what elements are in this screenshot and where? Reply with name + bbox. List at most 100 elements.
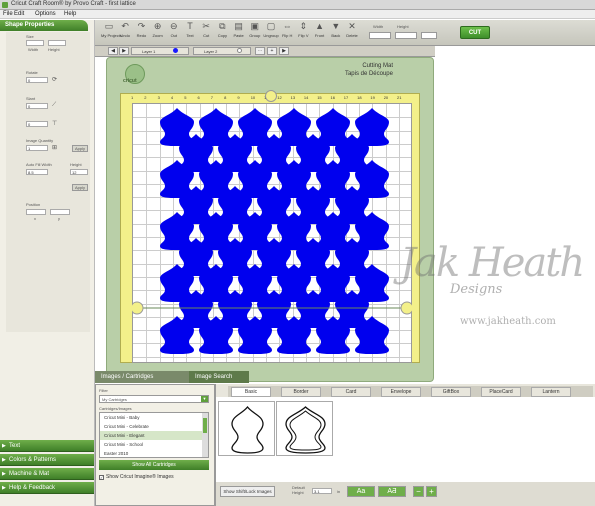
- title-bar: Cricut Craft Room® by Provo Craft - firs…: [0, 0, 595, 10]
- default-height-field[interactable]: 3.1: [312, 488, 332, 494]
- quantity-icon[interactable]: ⊞: [52, 144, 57, 151]
- tab-category-basic[interactable]: Basic: [231, 387, 271, 397]
- slant-field[interactable]: 0: [26, 103, 48, 109]
- tab-category-giftbox[interactable]: GiftBox: [431, 387, 471, 397]
- add-layer-button[interactable]: +: [267, 47, 277, 55]
- nav-text[interactable]: ▶ Text: [0, 440, 94, 452]
- apply-quantity-button[interactable]: Apply: [72, 145, 88, 152]
- tool-group-button[interactable]: ▣ Group: [247, 22, 263, 39]
- position-y-field[interactable]: [50, 209, 70, 215]
- filter-select[interactable]: My Cartridges ▼: [99, 395, 209, 403]
- weld-field[interactable]: 0: [26, 121, 48, 127]
- tool-undo-button[interactable]: ↶ Undo: [117, 22, 133, 39]
- layer-options-button[interactable]: ⋯: [255, 47, 265, 55]
- tab-category-envelope[interactable]: Envelope: [381, 387, 421, 397]
- show-imagine-checkbox[interactable]: ✓: [99, 475, 104, 480]
- lattice-shapes[interactable]: [132, 103, 412, 363]
- image-tile-lattice-outline-2[interactable]: [276, 401, 333, 456]
- nav-colors-patterns[interactable]: ▶ Colors & Patterns: [0, 454, 94, 466]
- ruler-number: 7: [210, 95, 214, 100]
- layer-2-tab[interactable]: Layer 2: [193, 47, 251, 55]
- expand-arrow-icon: ▶: [2, 457, 6, 463]
- tab-category-border[interactable]: Border: [281, 387, 321, 397]
- size-label: Size: [26, 34, 34, 39]
- show-all-cartridges-button[interactable]: Show All Cartridges: [99, 460, 209, 470]
- tab-category-lantern[interactable]: Lantern: [531, 387, 571, 397]
- position-x-field[interactable]: [26, 209, 46, 215]
- app-icon: [2, 2, 8, 8]
- tool-folder-button[interactable]: ▭ My Projects: [101, 22, 122, 39]
- weld-icon[interactable]: ⊤: [52, 120, 57, 127]
- rotate-field[interactable]: 0: [26, 77, 48, 83]
- show-shift-lock-button[interactable]: Show Shift/Lock Images: [220, 486, 275, 497]
- tool-redo-button[interactable]: ↷ Redo: [133, 22, 149, 39]
- font-size-button[interactable]: Aa: [347, 486, 375, 497]
- tool-ungroup-button[interactable]: ▢ Ungroup: [263, 22, 279, 39]
- width-field[interactable]: [26, 40, 44, 46]
- menu-bar: File Edit Options Help: [0, 10, 595, 19]
- font-size-bold-button[interactable]: AƋ: [378, 486, 406, 497]
- tab-image-search[interactable]: Image Search: [189, 371, 249, 383]
- ruler-number: 14: [303, 95, 309, 100]
- expand-arrow-icon: ▶: [2, 443, 6, 449]
- cartridge-scrollbar[interactable]: [202, 413, 208, 457]
- ruler-number: 6: [197, 95, 200, 100]
- nav-help-feedback[interactable]: ▶ Help & Feedback: [0, 482, 94, 494]
- layer-1-tab[interactable]: Layer 1: [131, 47, 189, 55]
- cartridge-item[interactable]: Easter 2010: [100, 449, 203, 458]
- resize-handle[interactable]: [132, 301, 144, 315]
- cartridge-item[interactable]: Cricut Mini - Celebrate: [100, 422, 203, 431]
- tool-back-button[interactable]: ▼ Back: [328, 22, 344, 39]
- next-layer-button[interactable]: ▶: [119, 47, 129, 55]
- image-quantity-field[interactable]: 1: [26, 145, 48, 151]
- cartridge-item[interactable]: Cricut Mini - School: [100, 440, 203, 449]
- zoom-in-button[interactable]: +: [426, 486, 437, 497]
- shape-properties-body: Size Width Height Rotate 0 ⟳ Slant 0 ⟋ 0…: [6, 32, 90, 332]
- height-input[interactable]: [395, 32, 417, 39]
- rotate-label: Rotate: [26, 70, 38, 75]
- menu-options[interactable]: Options: [35, 11, 56, 17]
- nav-machine-mat[interactable]: ▶ Machine & Mat: [0, 468, 94, 480]
- tool-copy-button[interactable]: ⧉ Copy: [214, 22, 230, 39]
- resize-handle[interactable]: [400, 301, 412, 315]
- prev-layer-button[interactable]: ◀: [108, 47, 118, 55]
- tool-front-button[interactable]: ▲ Front: [312, 22, 328, 39]
- tool-delete-button[interactable]: ✕ Delete: [344, 22, 360, 39]
- tool-text-button[interactable]: T Text: [182, 22, 198, 39]
- width-input[interactable]: [369, 32, 391, 39]
- zoom-out-button[interactable]: −: [413, 486, 424, 497]
- tool-paste-button[interactable]: ▤ Paste: [231, 22, 247, 39]
- scroll-thumb[interactable]: [203, 418, 207, 433]
- tool-flip-v-button[interactable]: ⇕ Flip V: [295, 22, 311, 39]
- slant-icon[interactable]: ⟋: [52, 102, 56, 109]
- show-imagine-label: Show Cricut Imagine® Images: [106, 474, 174, 480]
- chevron-down-icon[interactable]: ▼: [201, 396, 208, 402]
- auto-fill-width-field[interactable]: 8.5: [26, 169, 48, 175]
- tab-images-cartridges[interactable]: Images / Cartridges: [95, 371, 190, 383]
- tool-zoom-out-button[interactable]: ⊖ Out: [166, 22, 182, 39]
- image-tile-lattice-outline[interactable]: [218, 401, 275, 456]
- tool-scissors-button[interactable]: ✂ Cut: [198, 22, 214, 39]
- height-field-label: Height: [48, 47, 60, 52]
- extra-input[interactable]: [421, 32, 437, 39]
- tool-zoom-in-button[interactable]: ⊕ Zoom: [150, 22, 166, 39]
- shape-properties-header[interactable]: Shape Properties: [0, 20, 88, 31]
- layer-2-color[interactable]: [237, 48, 242, 53]
- layer-1-color[interactable]: [173, 48, 178, 53]
- tool-flip-h-button[interactable]: ⇔ Flip H: [279, 22, 295, 39]
- cut-button[interactable]: CUT: [460, 26, 490, 39]
- menu-edit[interactable]: Edit: [14, 11, 24, 17]
- tab-category-placecard[interactable]: PlaceCard: [481, 387, 521, 397]
- rotate-icon[interactable]: ⟳: [52, 76, 57, 83]
- menu-file[interactable]: File: [3, 11, 13, 17]
- tool-label: Flip V: [298, 33, 309, 38]
- tab-category-card[interactable]: Card: [331, 387, 371, 397]
- menu-help[interactable]: Help: [64, 11, 76, 17]
- cartridge-item[interactable]: Cricut Mini - Baby: [100, 413, 203, 422]
- height-field[interactable]: [48, 40, 66, 46]
- layer-forward-button[interactable]: ▶: [279, 47, 289, 55]
- apply-autofill-button[interactable]: Apply: [72, 184, 88, 191]
- rotate-handle[interactable]: [265, 90, 277, 102]
- auto-fill-height-field[interactable]: 12: [70, 169, 88, 175]
- cartridge-item[interactable]: Cricut Mini - Elegant: [100, 431, 203, 440]
